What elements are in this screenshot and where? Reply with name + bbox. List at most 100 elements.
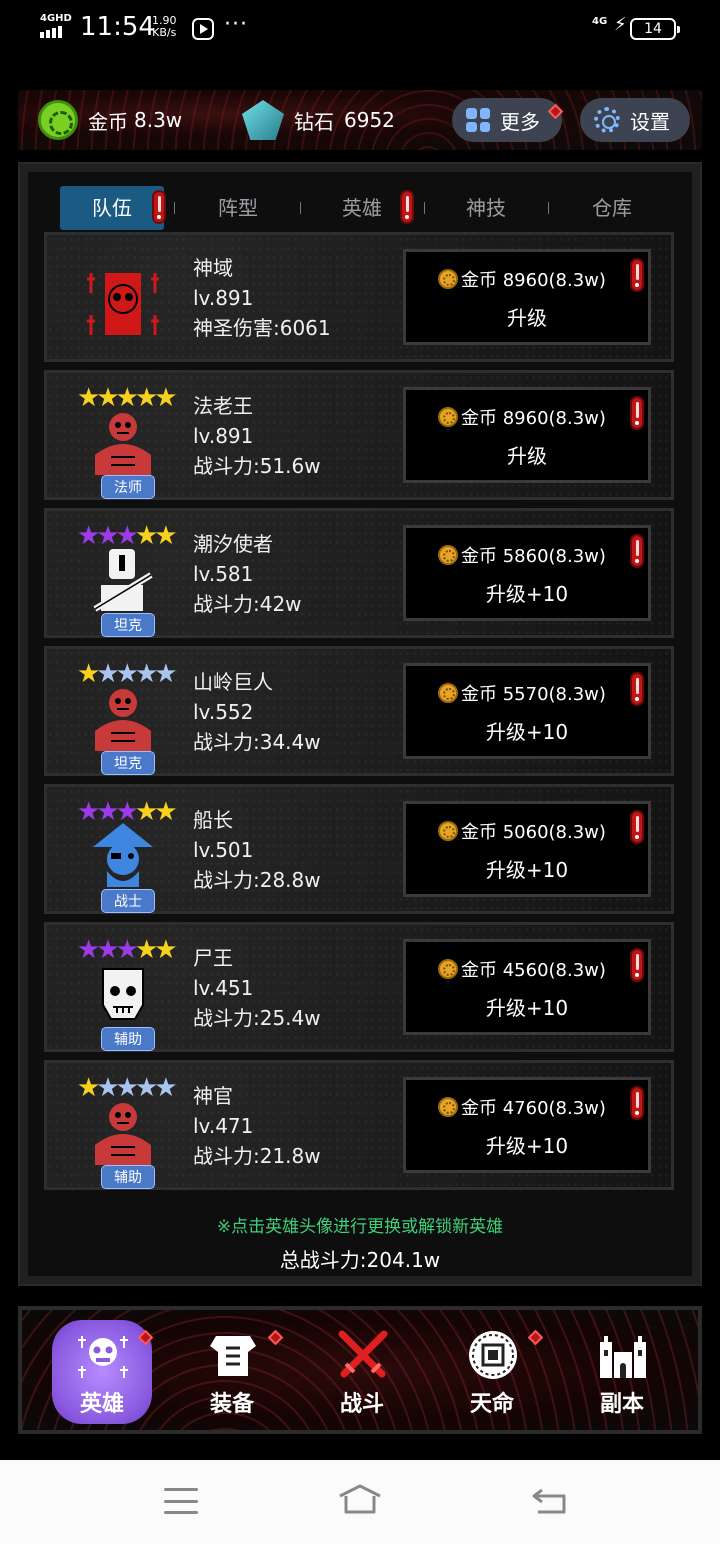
signal-4g-label: 4G bbox=[592, 16, 608, 27]
hero-avatar[interactable]: ★★★★★ 坦克 bbox=[63, 519, 178, 637]
charging-icon: ⚡ bbox=[614, 14, 627, 35]
upgrade-alert-icon bbox=[630, 534, 644, 568]
more-button[interactable]: 更多 bbox=[452, 98, 562, 142]
settings-label: 设置 bbox=[630, 109, 670, 134]
nav-hero[interactable]: 英雄 bbox=[52, 1320, 152, 1424]
resource-bar: 金币 8.3w 钻石 6952 更多 设置 bbox=[18, 90, 702, 150]
hero-info: 潮汐使者 lv.581 战斗力:42w bbox=[193, 529, 302, 619]
tab-team[interactable]: 队伍 bbox=[60, 186, 164, 230]
hero-info: 船长 lv.501 战斗力:28.8w bbox=[193, 805, 321, 895]
hero-stat: 神圣伤害:6061 bbox=[193, 316, 331, 340]
upgrade-button[interactable]: 金币 8960(8.3w) 升级 bbox=[403, 387, 651, 483]
hero-stat: 战斗力:34.4w bbox=[193, 730, 321, 754]
gold-value: 8.3w bbox=[134, 108, 183, 132]
upgrade-button[interactable]: 金币 4760(8.3w) 升级+10 bbox=[403, 1077, 651, 1173]
nav-destiny-label: 天命 bbox=[469, 1392, 514, 1417]
upgrade-alert-icon bbox=[630, 396, 644, 430]
upgrade-button[interactable]: 金币 5860(8.3w) 升级+10 bbox=[403, 525, 651, 621]
nav-destiny[interactable]: 天命 bbox=[442, 1320, 542, 1424]
hero-stat: 战斗力:42w bbox=[193, 592, 302, 616]
nav-dungeon[interactable]: 副本 bbox=[572, 1320, 672, 1424]
hero-name: 神域 bbox=[193, 256, 233, 280]
hero-row: ★★★★★ 辅助 神官 lv.471 战斗力:21.8w 金币 4760(8.3w) 升级+… bbox=[44, 1060, 674, 1190]
battery-level: 14 bbox=[630, 18, 680, 40]
hero-info: 山岭巨人 lv.552 战斗力:34.4w bbox=[193, 667, 321, 757]
diamond-icon bbox=[242, 100, 284, 140]
hero-info: 法老王 lv.891 战斗力:51.6w bbox=[193, 391, 321, 481]
clock: 11:54 bbox=[80, 12, 155, 42]
dungeon-castle-icon bbox=[600, 1336, 646, 1378]
nav-battle-label: 战斗 bbox=[339, 1392, 384, 1417]
tab-heroes-alert-icon bbox=[400, 190, 414, 224]
home-icon[interactable] bbox=[336, 1482, 384, 1516]
gold-coin-icon bbox=[438, 407, 458, 427]
upgrade-cost: 金币 8960(8.3w) bbox=[438, 266, 606, 292]
gold-coin-icon bbox=[438, 821, 458, 841]
upgrade-label: 升级+10 bbox=[485, 858, 569, 882]
hero-level: lv.451 bbox=[193, 976, 254, 1000]
total-power: 总战斗力:204.1w bbox=[279, 1248, 441, 1272]
back-icon[interactable] bbox=[530, 1486, 568, 1514]
hero-avatar[interactable]: ★★★★★ 坦克 bbox=[63, 657, 178, 775]
more-label: 更多 bbox=[500, 109, 540, 134]
hero-portrait-icon bbox=[93, 549, 153, 612]
hero-level: lv.891 bbox=[193, 286, 254, 310]
hero-avatar[interactable]: ★★★★★ 法师 bbox=[63, 381, 178, 499]
tab-warehouse[interactable]: 仓库 bbox=[560, 186, 664, 230]
gold-coin-icon bbox=[438, 269, 458, 289]
upgrade-button[interactable]: 金币 4560(8.3w) 升级+10 bbox=[403, 939, 651, 1035]
recent-apps-icon[interactable] bbox=[164, 1488, 198, 1514]
gold-coin-icon bbox=[38, 100, 78, 140]
nav-dungeon-label: 副本 bbox=[599, 1392, 644, 1417]
hero-portrait-icon bbox=[87, 273, 159, 335]
hero-icon bbox=[78, 1336, 128, 1378]
hero-portrait-icon bbox=[95, 1103, 151, 1165]
hero-level: lv.552 bbox=[193, 700, 254, 724]
nav-equipment[interactable]: 装备 bbox=[182, 1320, 282, 1424]
upgrade-label: 升级 bbox=[507, 444, 547, 468]
hero-info: 尸王 lv.451 战斗力:25.4w bbox=[193, 943, 321, 1033]
hero-portrait-icon bbox=[95, 413, 151, 475]
upgrade-cost-text: 金币 8960(8.3w) bbox=[461, 270, 606, 291]
upgrade-button[interactable]: 金币 8960(8.3w) 升级 bbox=[403, 249, 651, 345]
speed-unit: KB/s bbox=[152, 26, 177, 39]
hero-portrait-icon bbox=[102, 968, 144, 1020]
nav-equipment-label: 装备 bbox=[209, 1392, 254, 1417]
upgrade-cost-text: 金币 4760(8.3w) bbox=[461, 1098, 606, 1119]
upgrade-button[interactable]: 金币 5570(8.3w) 升级+10 bbox=[403, 663, 651, 759]
grid-menu-icon bbox=[466, 108, 490, 132]
tab-heroes[interactable]: 英雄 bbox=[310, 186, 414, 230]
hero-level: lv.471 bbox=[193, 1114, 254, 1138]
gold-resource: 金币 8.3w bbox=[38, 100, 182, 140]
upgrade-label: 升级+10 bbox=[485, 996, 569, 1020]
hero-avatar[interactable]: ★★★★★ 辅助 bbox=[63, 933, 178, 1051]
hero-avatar[interactable]: ★★★★★ 战士 bbox=[63, 795, 178, 913]
settings-button[interactable]: 设置 bbox=[580, 98, 690, 142]
upgrade-cost: 金币 4560(8.3w) bbox=[438, 956, 606, 982]
upgrade-label: 升级+10 bbox=[485, 720, 569, 744]
hero-role-badge: 坦克 bbox=[101, 751, 155, 775]
hero-avatar[interactable]: ★★★★★ 辅助 bbox=[63, 1071, 178, 1189]
tab-divine-skills[interactable]: 神技 bbox=[434, 186, 538, 230]
hero-row: ★★★★★ 辅助 尸王 lv.451 战斗力:25.4w 金币 4560(8.3w) 升级+… bbox=[44, 922, 674, 1052]
armor-icon bbox=[210, 1336, 256, 1376]
network-type: 4GHD bbox=[40, 13, 72, 24]
hero-row: ★★★★★ 法师 法老王 lv.891 战斗力:51.6w 金币 8960(8.3w) 升级 bbox=[44, 370, 674, 500]
diamond-resource: 钻石 6952 bbox=[242, 100, 395, 140]
upgrade-label: 升级 bbox=[507, 306, 547, 330]
gear-icon bbox=[594, 107, 620, 133]
upgrade-label: 升级+10 bbox=[485, 1134, 569, 1158]
upgrade-button[interactable]: 金币 5060(8.3w) 升级+10 bbox=[403, 801, 651, 897]
hero-role-badge: 坦克 bbox=[101, 613, 155, 637]
hero-info: 神域 lv.891 神圣伤害:6061 bbox=[193, 253, 331, 343]
upgrade-alert-icon bbox=[630, 258, 644, 292]
tab-divider bbox=[424, 202, 425, 214]
hero-name: 神官 bbox=[193, 1084, 233, 1108]
hero-role-badge: 辅助 bbox=[101, 1027, 155, 1051]
hero-role-badge: 辅助 bbox=[101, 1165, 155, 1189]
hero-info: 神官 lv.471 战斗力:21.8w bbox=[193, 1081, 321, 1171]
tab-formation[interactable]: 阵型 bbox=[186, 186, 290, 230]
hero-row: ★★★★★ 战士 船长 lv.501 战斗力:28.8w 金币 5060(8.3w) 升级+… bbox=[44, 784, 674, 914]
nav-battle[interactable]: 战斗 bbox=[312, 1320, 412, 1424]
hero-avatar[interactable] bbox=[63, 243, 163, 353]
